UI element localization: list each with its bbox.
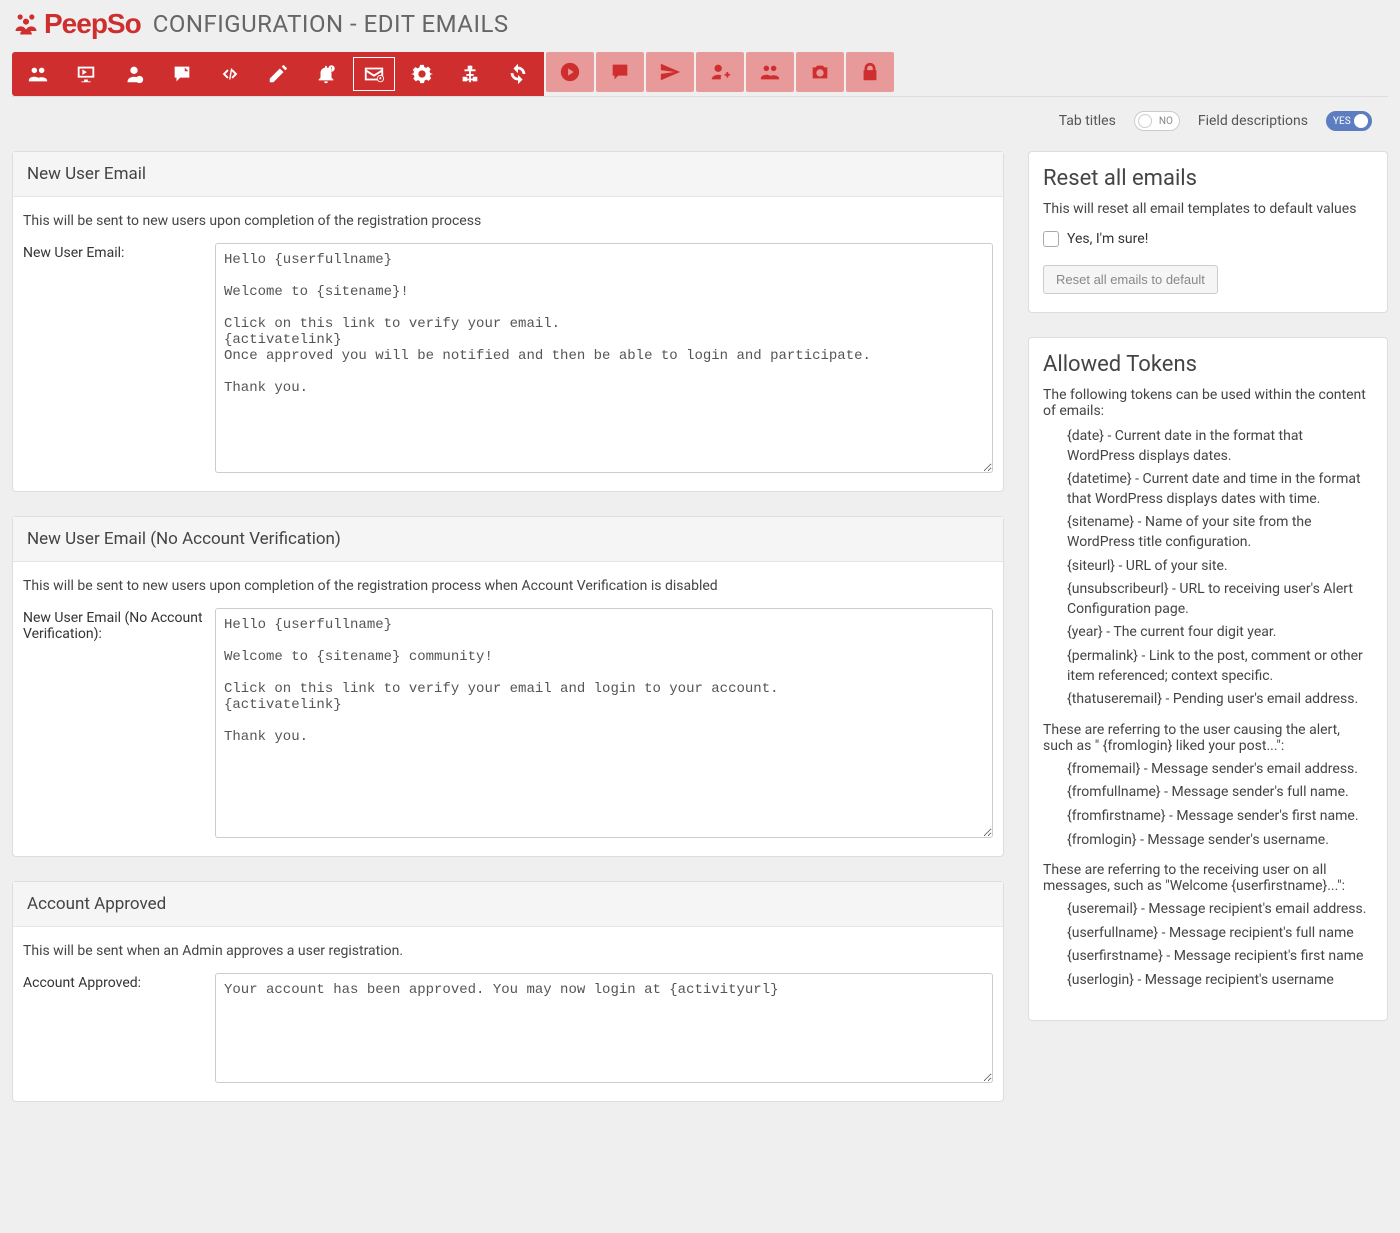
token-item: {unsubscribeurl} - URL to receiving user… xyxy=(1067,580,1373,619)
section-new-user: New User Email This will be sent to new … xyxy=(12,151,1004,492)
toggle-field-desc-label: Field descriptions xyxy=(1198,113,1308,129)
token-item: {sitename} - Name of your site from the … xyxy=(1067,513,1373,552)
toggle-row: Tab titles NO Field descriptions YES xyxy=(12,96,1388,141)
tab-video[interactable] xyxy=(546,52,594,92)
tab-send[interactable] xyxy=(646,52,694,92)
toggle-knob-icon xyxy=(1138,114,1152,128)
section-account-approved: Account Approved This will be sent when … xyxy=(12,881,1004,1102)
token-item: {fromfullname} - Message sender's full n… xyxy=(1067,783,1373,803)
tab-code[interactable] xyxy=(206,54,254,94)
field-label: New User Email: xyxy=(23,243,203,477)
header: PeepSo CONFIGURATION - EDIT EMAILS xyxy=(0,0,1400,52)
token-item: {userlogin} - Message recipient's userna… xyxy=(1067,971,1373,991)
token-item: {datetime} - Current date and time in th… xyxy=(1067,470,1373,509)
logo-icon xyxy=(12,10,40,38)
tokens-list-1: {date} - Current date in the format that… xyxy=(1043,427,1373,710)
tab-flow[interactable] xyxy=(446,54,494,94)
toggle-state-text: YES xyxy=(1333,116,1351,127)
tokens-sub-3: These are referring to the receiving use… xyxy=(1043,862,1373,894)
token-item: {siteurl} - URL of your site. xyxy=(1067,557,1373,577)
tab-adduser[interactable] xyxy=(696,52,744,92)
section-title: New User Email xyxy=(13,152,1003,197)
account-approved-textarea[interactable] xyxy=(215,973,993,1083)
token-item: {useremail} - Message recipient's email … xyxy=(1067,900,1373,920)
new-user-no-verify-textarea[interactable] xyxy=(215,608,993,838)
toggle-tab-titles-label: Tab titles xyxy=(1059,113,1116,129)
reset-button[interactable]: Reset all emails to default xyxy=(1043,265,1218,294)
tokens-intro: The following tokens can be used within … xyxy=(1043,387,1373,419)
tab-camera[interactable] xyxy=(796,52,844,92)
section-description: This will be sent to new users upon comp… xyxy=(23,578,993,594)
tab-comment[interactable] xyxy=(158,54,206,94)
tab-settings[interactable] xyxy=(398,54,446,94)
reset-confirm-checkbox[interactable] xyxy=(1043,231,1059,247)
field-label: Account Approved: xyxy=(23,973,203,1087)
tokens-sub-2: These are referring to the user causing … xyxy=(1043,722,1373,754)
token-item: {year} - The current four digit year. xyxy=(1067,623,1373,643)
token-item: {permalink} - Link to the post, comment … xyxy=(1067,647,1373,686)
tab-lock[interactable] xyxy=(846,52,894,92)
tab-alert[interactable]: ! xyxy=(302,54,350,94)
tab-email[interactable] xyxy=(350,54,398,94)
token-item: {date} - Current date in the format that… xyxy=(1067,427,1373,466)
tab-sync[interactable] xyxy=(494,54,542,94)
tokens-list-2: {fromemail} - Message sender's email add… xyxy=(1043,760,1373,850)
tab-profile[interactable] xyxy=(110,54,158,94)
token-item: {thatuseremail} - Pending user's email a… xyxy=(1067,690,1373,710)
toggle-tab-titles[interactable]: NO xyxy=(1134,111,1180,131)
svg-text:!: ! xyxy=(331,66,332,72)
token-item: {fromemail} - Message sender's email add… xyxy=(1067,760,1373,780)
toggle-knob-icon xyxy=(1354,114,1368,128)
toggle-field-descriptions[interactable]: YES xyxy=(1326,111,1372,131)
tab-users[interactable] xyxy=(14,54,62,94)
primary-tabs: ! xyxy=(12,52,544,96)
toggle-state-text: NO xyxy=(1159,116,1173,127)
tokens-panel: Allowed Tokens The following tokens can … xyxy=(1028,337,1388,1021)
reset-title: Reset all emails xyxy=(1043,166,1373,191)
content: New User Email This will be sent to new … xyxy=(0,141,1400,1146)
section-title: Account Approved xyxy=(13,882,1003,927)
reset-checkbox-label: Yes, I'm sure! xyxy=(1067,231,1148,247)
page-title: CONFIGURATION - EDIT EMAILS xyxy=(153,10,509,38)
tab-bar: ! xyxy=(12,52,1388,96)
section-description: This will be sent when an Admin approves… xyxy=(23,943,993,959)
section-description: This will be sent to new users upon comp… xyxy=(23,213,993,229)
tokens-title: Allowed Tokens xyxy=(1043,352,1373,377)
side-column: Reset all emails This will reset all ema… xyxy=(1028,151,1388,1126)
tab-chat[interactable] xyxy=(596,52,644,92)
new-user-email-textarea[interactable] xyxy=(215,243,993,473)
token-item: {userfullname} - Message recipient's ful… xyxy=(1067,924,1373,944)
tab-edit[interactable] xyxy=(254,54,302,94)
field-label: New User Email (No Account Verification)… xyxy=(23,608,203,842)
token-item: {userfirstname} - Message recipient's fi… xyxy=(1067,947,1373,967)
section-new-user-no-verify: New User Email (No Account Verification)… xyxy=(12,516,1004,857)
reset-description: This will reset all email templates to d… xyxy=(1043,201,1373,217)
logo: PeepSo xyxy=(12,8,141,40)
token-item: {fromfirstname} - Message sender's first… xyxy=(1067,807,1373,827)
tokens-list-3: {useremail} - Message recipient's email … xyxy=(1043,900,1373,990)
tab-display[interactable] xyxy=(62,54,110,94)
brand-name: PeepSo xyxy=(44,8,141,40)
main-column: New User Email This will be sent to new … xyxy=(12,151,1004,1126)
reset-panel: Reset all emails This will reset all ema… xyxy=(1028,151,1388,313)
section-title: New User Email (No Account Verification) xyxy=(13,517,1003,562)
tab-group[interactable] xyxy=(746,52,794,92)
token-item: {fromlogin} - Message sender's username. xyxy=(1067,831,1373,851)
